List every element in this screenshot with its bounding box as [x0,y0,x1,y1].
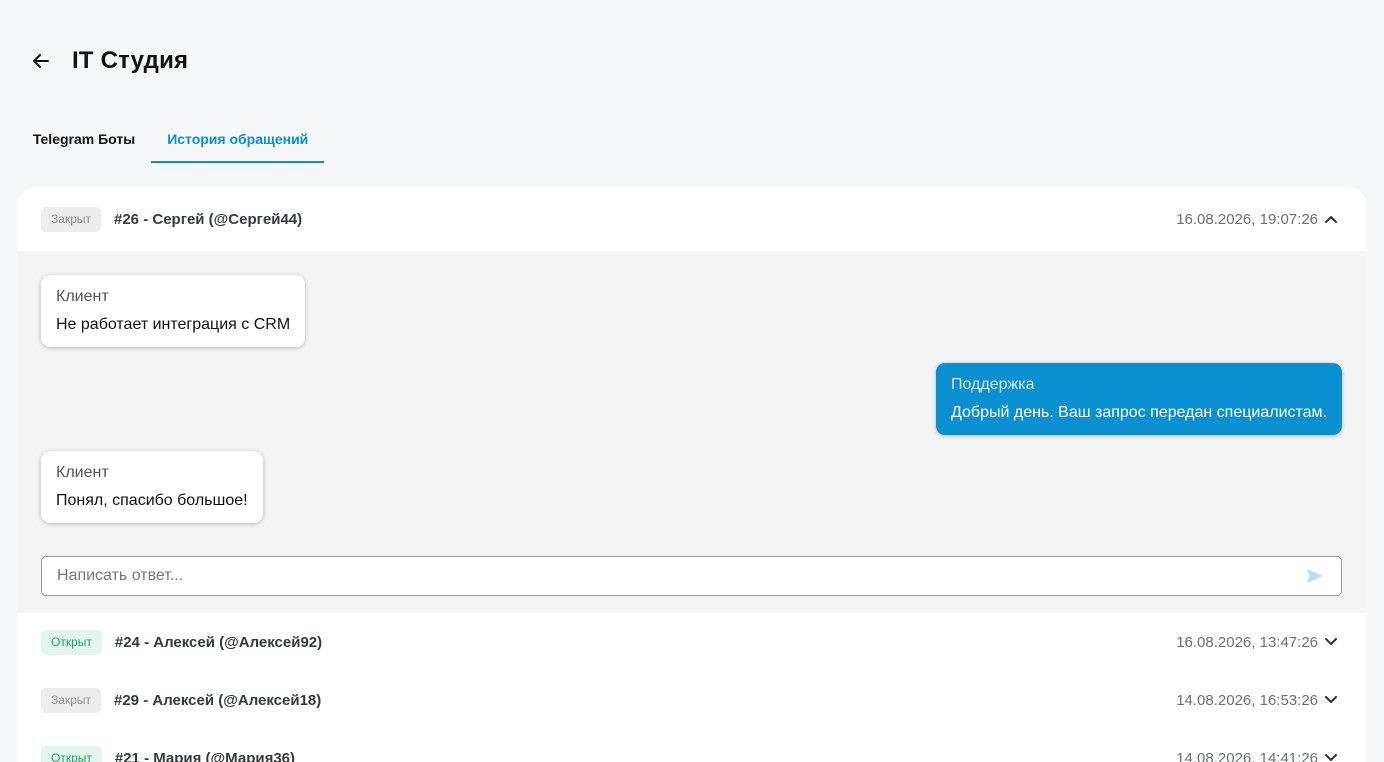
ticket-row[interactable]: Закрыт #29 - Алексей (@Алексей18) 14.08.… [17,671,1366,729]
ticket-title: #26 - Сергей (@Сергей44) [114,210,303,228]
ticket-date: 16.08.2026, 19:07:26 [1176,210,1318,228]
status-badge: Открыт [41,745,102,762]
send-icon [1307,569,1323,583]
ticket-row[interactable]: Открыт #21 - Мария (@Мария36) 14.08.2026… [17,729,1366,762]
ticket-list: Закрыт #26 - Сергей (@Сергей44) 16.08.20… [17,187,1366,762]
page-header: IT Студия [28,44,188,78]
status-badge: Закрыт [41,206,101,232]
message-bubble-client: Клиент Понял, спасибо большое! [41,451,263,523]
ticket-date: 16.08.2026, 13:47:26 [1176,633,1318,651]
message-author: Поддержка [951,376,1035,393]
tab-request-history[interactable]: История обращений [151,118,325,163]
ticket-row[interactable]: Открыт #24 - Алексей (@Алексей92) 16.08.… [17,613,1366,671]
ticket-title: #29 - Алексей (@Алексей18) [114,691,322,709]
chevron-down-icon[interactable] [1324,635,1338,649]
conversation-panel: Клиент Не работает интеграция с CRM Подд… [17,251,1366,613]
tab-label: История обращений [167,131,309,147]
ticket-row[interactable]: Закрыт #26 - Сергей (@Сергей44) 16.08.20… [17,187,1366,251]
message-bubble-client: Клиент Не работает интеграция с CRM [41,275,306,347]
arrow-left-icon [33,54,49,68]
message-text: Понял, спасибо большое! [56,492,248,509]
message-author: Клиент [56,288,109,305]
ticket-date: 14.08.2026, 14:41:26 [1176,749,1318,762]
reply-box [41,556,1342,596]
message-bubble-support: Поддержка Добрый день. Ваш запрос переда… [936,363,1342,435]
chevron-down-icon[interactable] [1324,693,1338,707]
status-badge: Открыт [41,629,102,655]
chevron-down-icon[interactable] [1324,751,1338,762]
tab-telegram-bots[interactable]: Telegram Боты [17,118,151,163]
chevron-up-icon[interactable] [1324,212,1338,226]
message-text: Добрый день. Ваш запрос передан специали… [951,404,1327,421]
page-title: IT Студия [72,47,189,74]
ticket-date: 14.08.2026, 16:53:26 [1176,691,1318,709]
status-badge: Закрыт [41,687,101,713]
tab-label: Telegram Боты [33,131,136,147]
reply-input[interactable] [57,567,1304,585]
ticket-title: #24 - Алексей (@Алексей92) [114,633,323,651]
support-page: IT Студия Telegram Боты История обращени… [0,0,1384,762]
ticket-title: #21 - Мария (@Мария36) [114,749,296,762]
tab-bar: Telegram Боты История обращений [17,118,325,163]
message-author: Клиент [56,464,109,481]
message-text: Не работает интеграция с CRM [56,316,291,333]
send-button[interactable] [1304,565,1326,587]
back-button[interactable] [28,48,54,74]
